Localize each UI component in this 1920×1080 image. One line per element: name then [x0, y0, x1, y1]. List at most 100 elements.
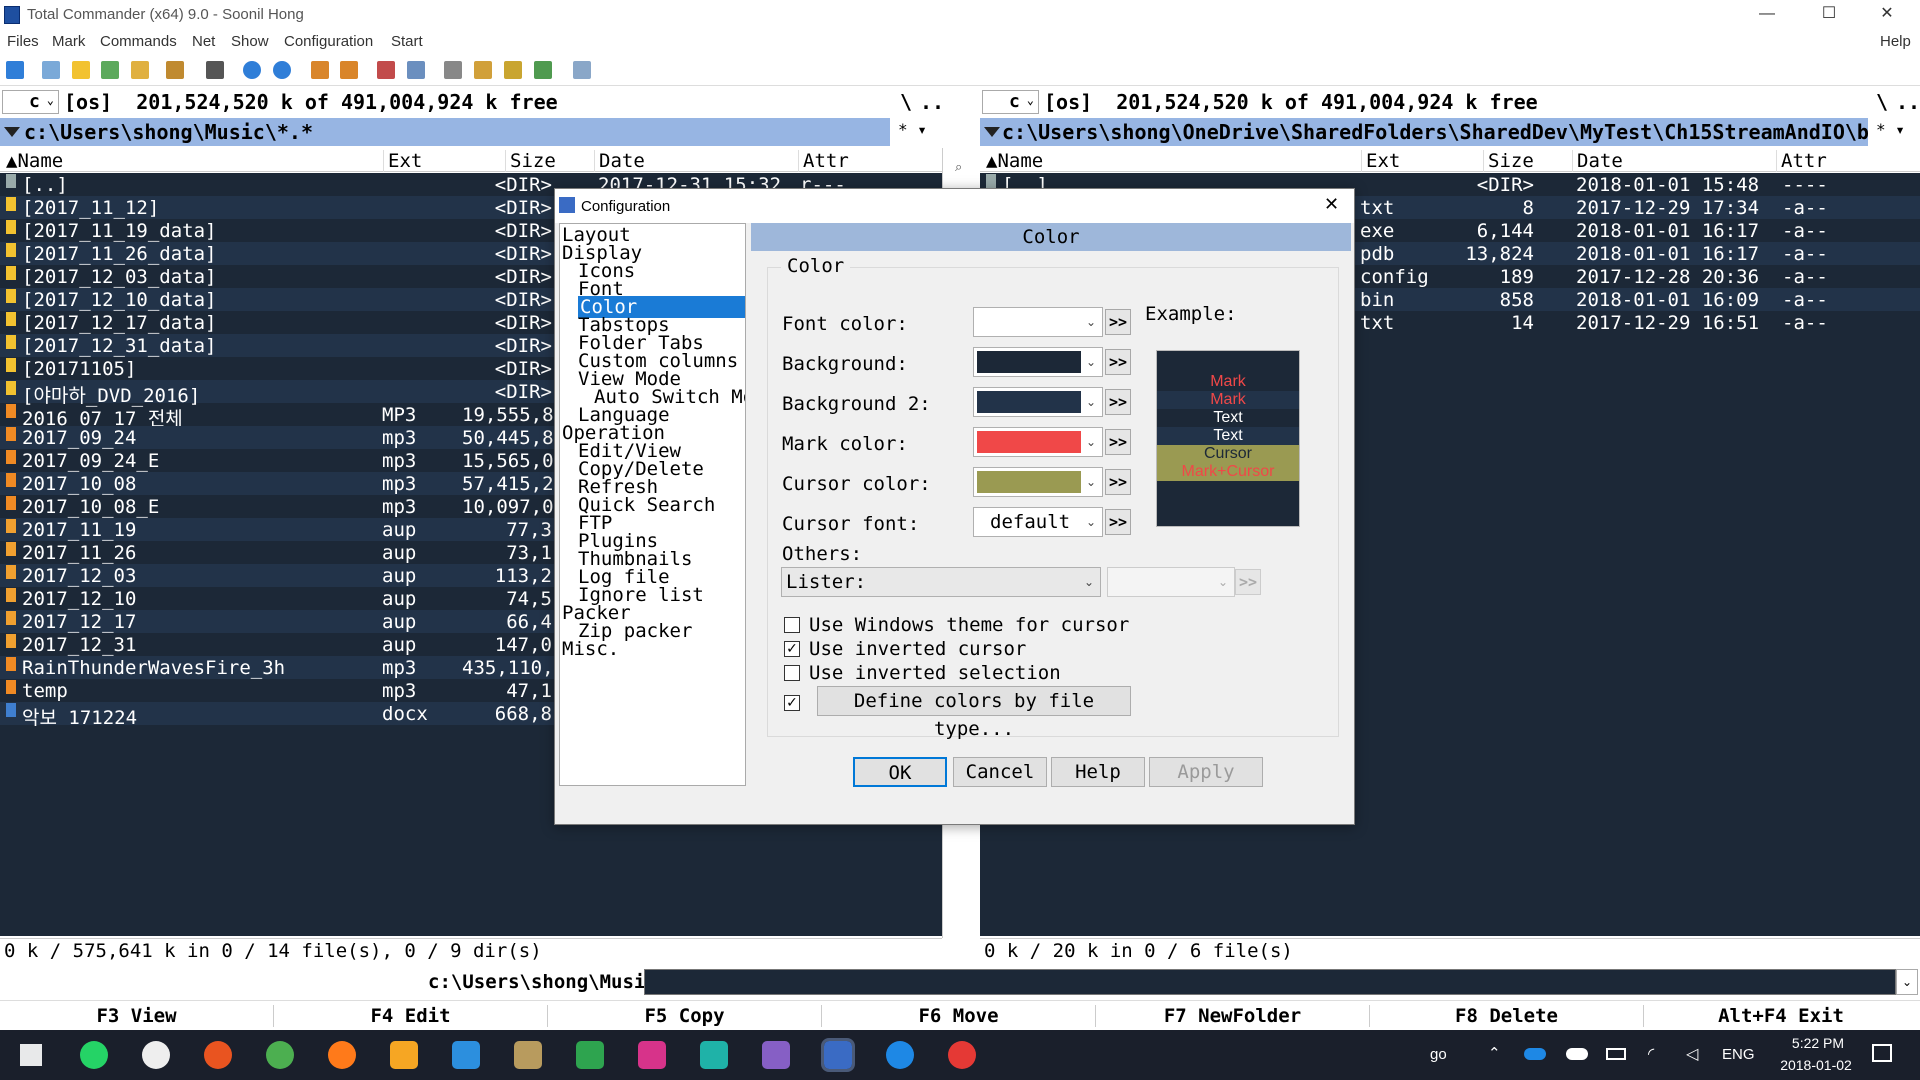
menu-files[interactable]: Files — [7, 33, 39, 50]
tree-view-icon[interactable] — [131, 61, 149, 79]
f8-delete-button[interactable]: F8 Delete — [1370, 1005, 1644, 1027]
search-icon[interactable] — [444, 61, 462, 79]
col-attr[interactable]: Attr — [1776, 150, 1827, 172]
firefox-dev-icon[interactable] — [886, 1041, 914, 1069]
windows-theme-checkbox[interactable] — [784, 617, 800, 633]
vscode-icon[interactable] — [452, 1041, 480, 1069]
col-name[interactable]: ▲Name — [2, 150, 63, 172]
menu-show[interactable]: Show — [231, 33, 269, 50]
col-name[interactable]: ▲Name — [982, 150, 1043, 172]
apply-button[interactable]: Apply — [1149, 757, 1263, 787]
right-path-bar[interactable]: c:\Users\shong\OneDrive\SharedFolders\Sh… — [980, 118, 1868, 146]
right-drive-select[interactable]: c ⌄ — [982, 90, 1039, 114]
background2-more-button[interactable]: >> — [1105, 389, 1131, 415]
thumbnail-view-icon[interactable] — [101, 61, 119, 79]
wifi-icon[interactable]: ◜ — [1648, 1044, 1654, 1063]
command-input[interactable] — [644, 969, 1896, 995]
tree-item-misc[interactable]: Misc. — [562, 638, 619, 660]
define-colors-button[interactable]: Define colors by file type... — [817, 686, 1131, 740]
f4-edit-button[interactable]: F4 Edit — [274, 1005, 548, 1027]
chrome-icon[interactable] — [266, 1041, 294, 1069]
clock-date[interactable]: 2018-01-02 — [1770, 1057, 1862, 1073]
windows-start-icon[interactable] — [20, 1044, 42, 1066]
chrome-canary-icon[interactable] — [948, 1041, 976, 1069]
ubuntu-icon[interactable] — [204, 1041, 232, 1069]
sublime-icon[interactable] — [390, 1041, 418, 1069]
inverted-selection-checkbox[interactable] — [784, 665, 800, 681]
forward-icon[interactable] — [273, 61, 291, 79]
menu-net[interactable]: Net — [192, 33, 215, 50]
battery-icon[interactable] — [1606, 1048, 1626, 1060]
ftp-connect-icon[interactable] — [377, 61, 395, 79]
cursor-font-more-button[interactable]: >> — [1105, 509, 1131, 535]
volume-icon[interactable]: ◁ — [1686, 1044, 1698, 1063]
col-size[interactable]: Size — [1483, 150, 1534, 172]
right-root-button[interactable]: \ — [1876, 90, 1888, 114]
cursor-color-more-button[interactable]: >> — [1105, 469, 1131, 495]
back-icon[interactable] — [243, 61, 261, 79]
language-indicator[interactable]: ENG — [1722, 1046, 1755, 1063]
webstorm-icon[interactable] — [700, 1041, 728, 1069]
cloud-icon[interactable] — [1566, 1048, 1588, 1060]
unpack-icon[interactable] — [311, 61, 329, 79]
left-root-button[interactable]: \ — [900, 90, 912, 114]
history-dropdown-icon[interactable] — [984, 127, 1000, 137]
f7-newfolder-button[interactable]: F7 NewFolder — [1096, 1005, 1370, 1027]
menu-start[interactable]: Start — [391, 33, 423, 50]
settings-icon[interactable] — [142, 1041, 170, 1069]
background2-select[interactable]: ⌄ — [973, 387, 1103, 417]
brief-view-icon[interactable] — [42, 61, 60, 79]
others-select[interactable]: Lister: ⌄ — [781, 567, 1101, 597]
pack-icon[interactable] — [206, 61, 224, 79]
exit-button[interactable]: Alt+F4 Exit — [1644, 1005, 1918, 1027]
menu-mark[interactable]: Mark — [52, 33, 85, 50]
define-colors-checkbox[interactable]: ✓ — [784, 695, 800, 711]
close-button[interactable]: ✕ — [1858, 0, 1916, 30]
multi-rename-icon[interactable] — [474, 61, 492, 79]
background-more-button[interactable]: >> — [1105, 349, 1131, 375]
f3-view-button[interactable]: F3 View — [0, 1005, 274, 1027]
left-drive-select[interactable]: c ⌄ — [2, 90, 59, 114]
intellij-icon[interactable] — [638, 1041, 666, 1069]
sync-dirs-icon[interactable] — [504, 61, 522, 79]
col-attr[interactable]: Attr — [798, 150, 849, 172]
mark-color-more-button[interactable]: >> — [1105, 429, 1131, 455]
chevron-down-icon[interactable]: ⌄ — [1896, 969, 1918, 995]
visual-studio-icon[interactable] — [762, 1041, 790, 1069]
help-button[interactable]: Help — [1051, 757, 1145, 787]
refresh-icon[interactable] — [6, 61, 24, 79]
clion-icon[interactable] — [576, 1041, 604, 1069]
f6-move-button[interactable]: F6 Move — [822, 1005, 1096, 1027]
inverted-cursor-checkbox[interactable]: ✓ — [784, 641, 800, 657]
cancel-button[interactable]: Cancel — [953, 757, 1047, 787]
whatsapp-icon[interactable] — [80, 1041, 108, 1069]
ok-button[interactable]: OK — [853, 757, 947, 787]
menu-configuration[interactable]: Configuration — [284, 33, 373, 50]
col-ext[interactable]: Ext — [383, 150, 422, 172]
font-color-more-button[interactable]: >> — [1105, 309, 1131, 335]
settings-tree[interactable]: Layout Display Icons Font Color Tabstops Folde… — [559, 223, 746, 786]
invert-selection-icon[interactable] — [166, 61, 184, 79]
cursor-font-select[interactable]: default ⌄ — [973, 507, 1103, 537]
mark-color-select[interactable]: ⌄ — [973, 427, 1103, 457]
menu-help[interactable]: Help — [1880, 33, 1911, 50]
f5-copy-button[interactable]: F5 Copy — [548, 1005, 822, 1027]
total-commander-icon[interactable] — [821, 1038, 855, 1072]
close-icon[interactable]: ✕ — [1324, 194, 1339, 215]
notifications-icon[interactable] — [1872, 1044, 1892, 1062]
onedrive-icon[interactable] — [1524, 1048, 1546, 1060]
col-date[interactable]: Date — [1572, 150, 1623, 172]
col-date[interactable]: Date — [594, 150, 645, 172]
notepad-icon[interactable] — [573, 61, 591, 79]
right-up-button[interactable]: .. — [1896, 90, 1920, 114]
full-view-icon[interactable] — [72, 61, 90, 79]
minimize-button[interactable]: — — [1738, 0, 1796, 30]
col-size[interactable]: Size — [505, 150, 556, 172]
app-icon[interactable] — [514, 1041, 542, 1069]
col-ext[interactable]: Ext — [1361, 150, 1400, 172]
cursor-color-select[interactable]: ⌄ — [973, 467, 1103, 497]
left-path-bar[interactable]: c:\Users\shong\Music\*.* — [0, 118, 890, 146]
background-select[interactable]: ⌄ — [973, 347, 1103, 377]
ftp-new-connection-icon[interactable] — [407, 61, 425, 79]
compare-icon[interactable] — [534, 61, 552, 79]
